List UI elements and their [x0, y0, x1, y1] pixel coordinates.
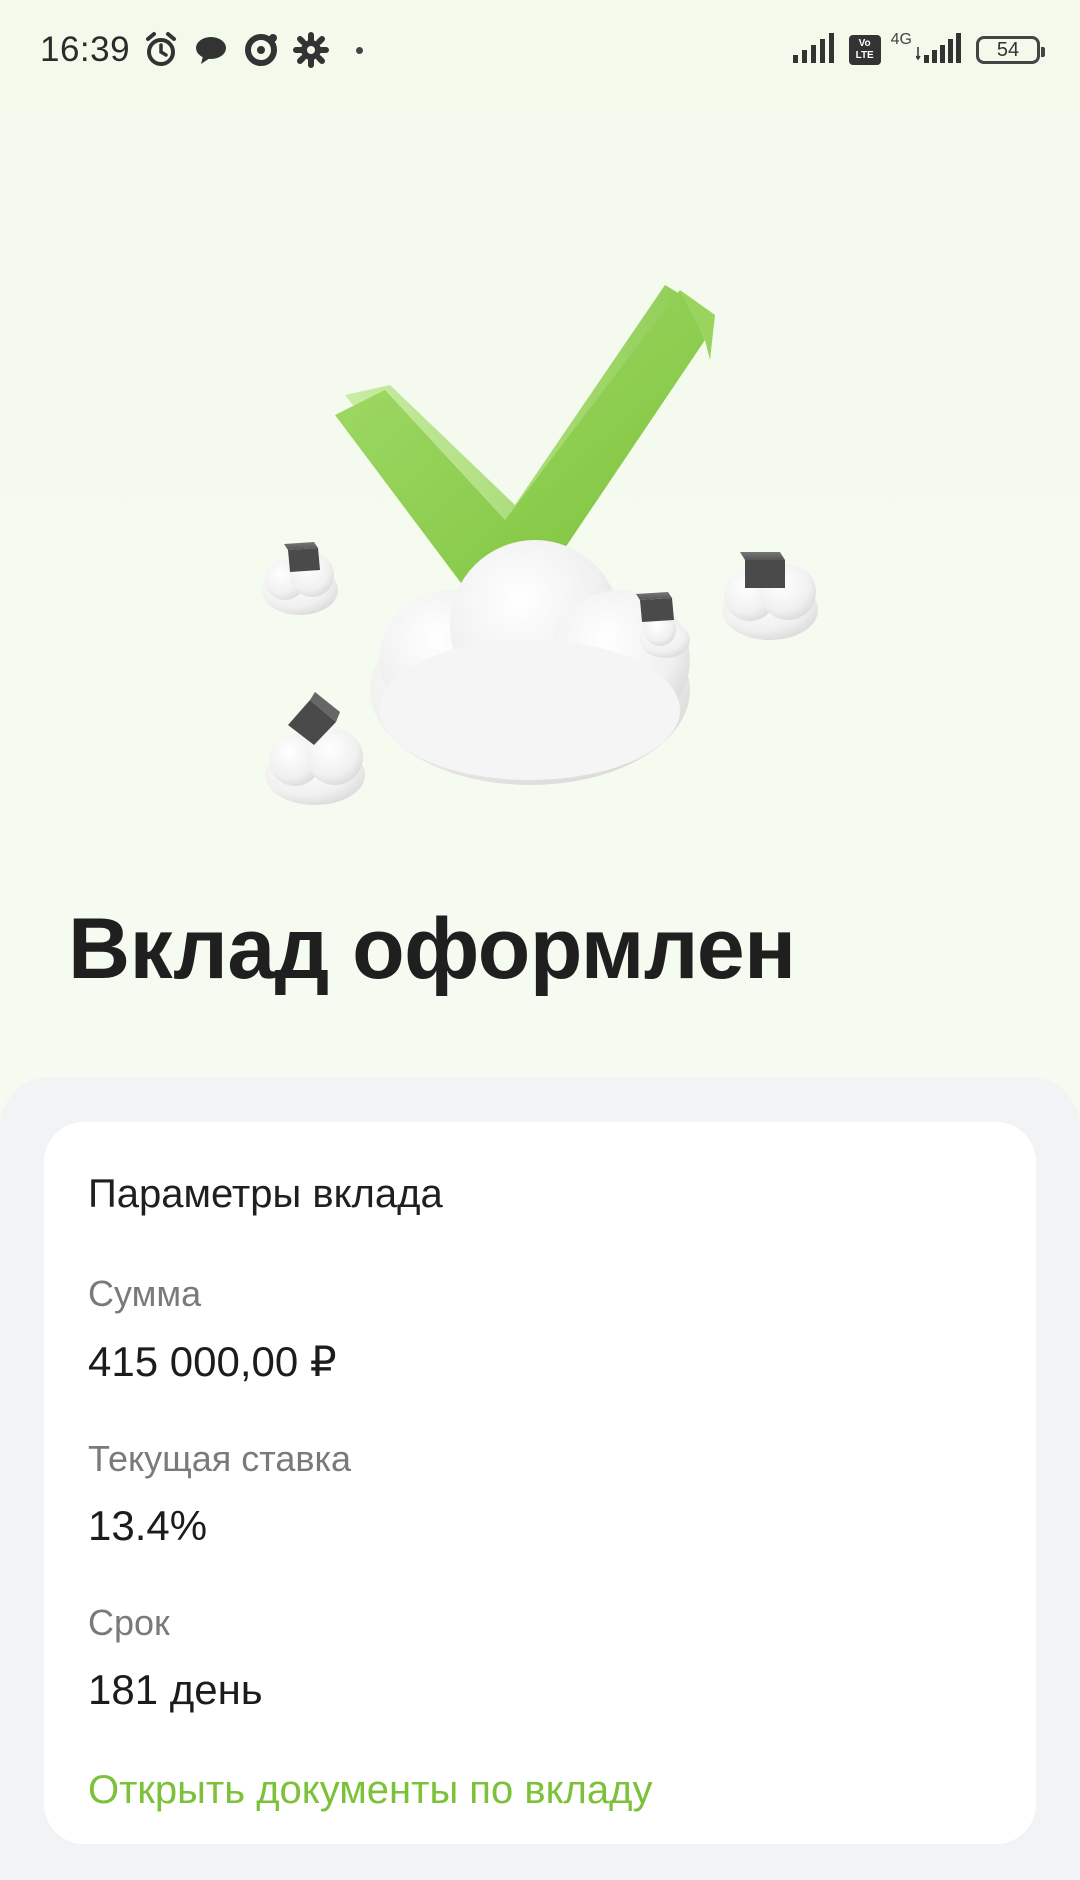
- page-title: Вклад оформлен: [68, 901, 796, 997]
- term-value: 181 день: [88, 1666, 263, 1713]
- open-documents-link[interactable]: Открыть документы по вкладу: [88, 1768, 992, 1813]
- signal-icon: [792, 32, 839, 68]
- battery-indicator: 54: [976, 36, 1045, 64]
- network-type: 4G: [890, 31, 912, 48]
- status-time: 16:39: [40, 30, 131, 69]
- message-icon: [190, 29, 232, 71]
- card-title: Параметры вклада: [88, 1172, 443, 1216]
- sync-icon: [240, 29, 282, 71]
- settings-icon: [290, 29, 332, 71]
- checkmark-on-cloud-illustration: [262, 285, 818, 805]
- success-illustration: [240, 270, 840, 830]
- rate-value: 13.4%: [88, 1502, 208, 1549]
- alarm-icon: [140, 29, 182, 71]
- status-bar: 16:39 Vo LTE 4G 54: [0, 0, 1080, 100]
- volte-icon: Vo LTE: [848, 35, 881, 65]
- signal-2-icon: [915, 32, 966, 68]
- dot-icon: [356, 46, 364, 54]
- term-label: Срок: [88, 1602, 170, 1643]
- amount-value: 415 000,00 ₽: [88, 1338, 337, 1385]
- amount-label: Сумма: [88, 1273, 202, 1314]
- deposit-params-card: Параметры вклада Сумма 415 000,00 ₽ Теку…: [44, 1122, 1036, 1844]
- rate-label: Текущая ставка: [88, 1438, 352, 1479]
